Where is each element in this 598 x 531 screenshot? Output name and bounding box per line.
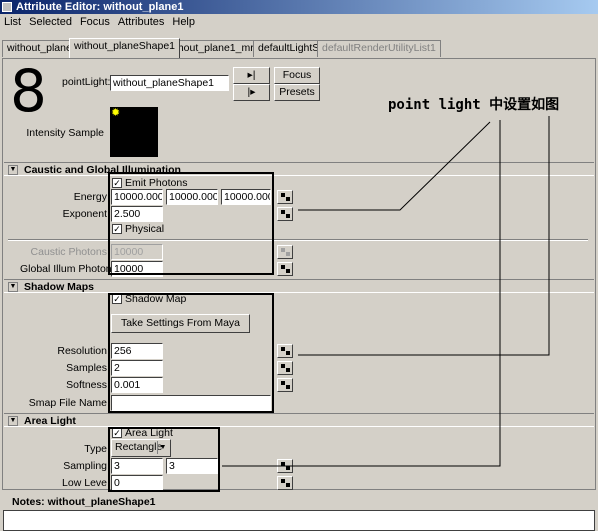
notes-label: Notes: without_planeShape1	[12, 496, 156, 508]
notes-panel: Notes: without_planeShape1	[0, 494, 598, 531]
annotation-lines	[222, 116, 550, 467]
tab-without-planeshape1[interactable]: without_planeShape1	[69, 38, 181, 58]
notes-textarea[interactable]	[3, 510, 595, 531]
